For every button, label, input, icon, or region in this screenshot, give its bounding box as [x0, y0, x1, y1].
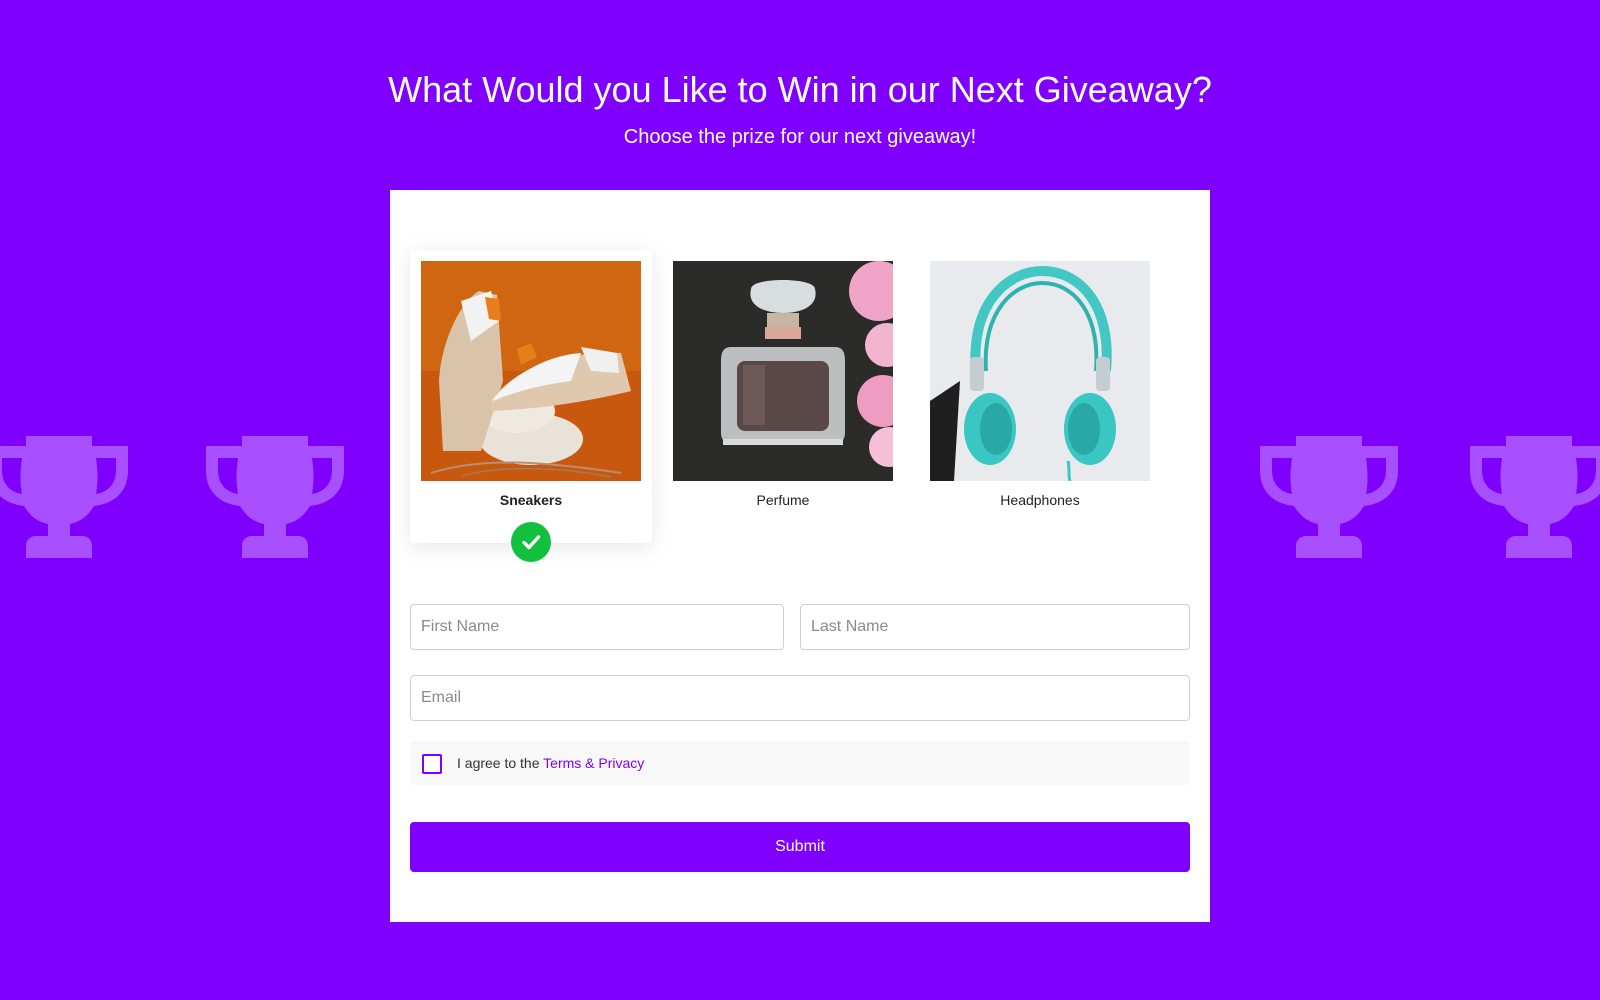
headphones-image: [930, 261, 1150, 481]
prize-option-headphones[interactable]: Headphones: [919, 250, 1161, 543]
prize-label: Headphones: [1000, 492, 1080, 508]
form-card: Sneakers Perfume Headphones First Name L…: [390, 190, 1210, 922]
trophy-icon: [1470, 436, 1600, 558]
terms-privacy-link[interactable]: Terms & Privacy: [543, 755, 644, 771]
first-name-field[interactable]: [410, 604, 784, 650]
consent-row: I agree to the Terms & Privacy: [410, 741, 1190, 785]
trophy-icon: [206, 436, 344, 558]
prize-label: Perfume: [756, 492, 810, 508]
email-field[interactable]: [410, 675, 1190, 721]
prize-option-perfume[interactable]: Perfume: [662, 250, 904, 543]
page-title: What Would you Like to Win in our Next G…: [388, 69, 1212, 110]
giveaway-page: What Would you Like to Win in our Next G…: [0, 0, 1600, 1000]
sneakers-image: [421, 261, 641, 481]
terms-checkbox[interactable]: [422, 754, 442, 774]
prize-label: Sneakers: [499, 492, 563, 508]
last-name-field[interactable]: [800, 604, 1190, 650]
page-header: What Would you Like to Win in our Next G…: [0, 66, 1600, 150]
checkmark-icon: [511, 522, 551, 562]
page-subtitle: Choose the prize for our next giveaway!: [623, 126, 977, 148]
prize-option-sneakers[interactable]: Sneakers: [410, 250, 652, 562]
submit-button[interactable]: Submit: [410, 822, 1190, 872]
trophy-icon: [1260, 436, 1398, 558]
consent-text: I agree to the Terms & Privacy: [457, 755, 644, 771]
trophy-icon: [0, 436, 128, 558]
consent-prefix: I agree to the: [457, 755, 540, 771]
perfume-image: [673, 261, 893, 481]
